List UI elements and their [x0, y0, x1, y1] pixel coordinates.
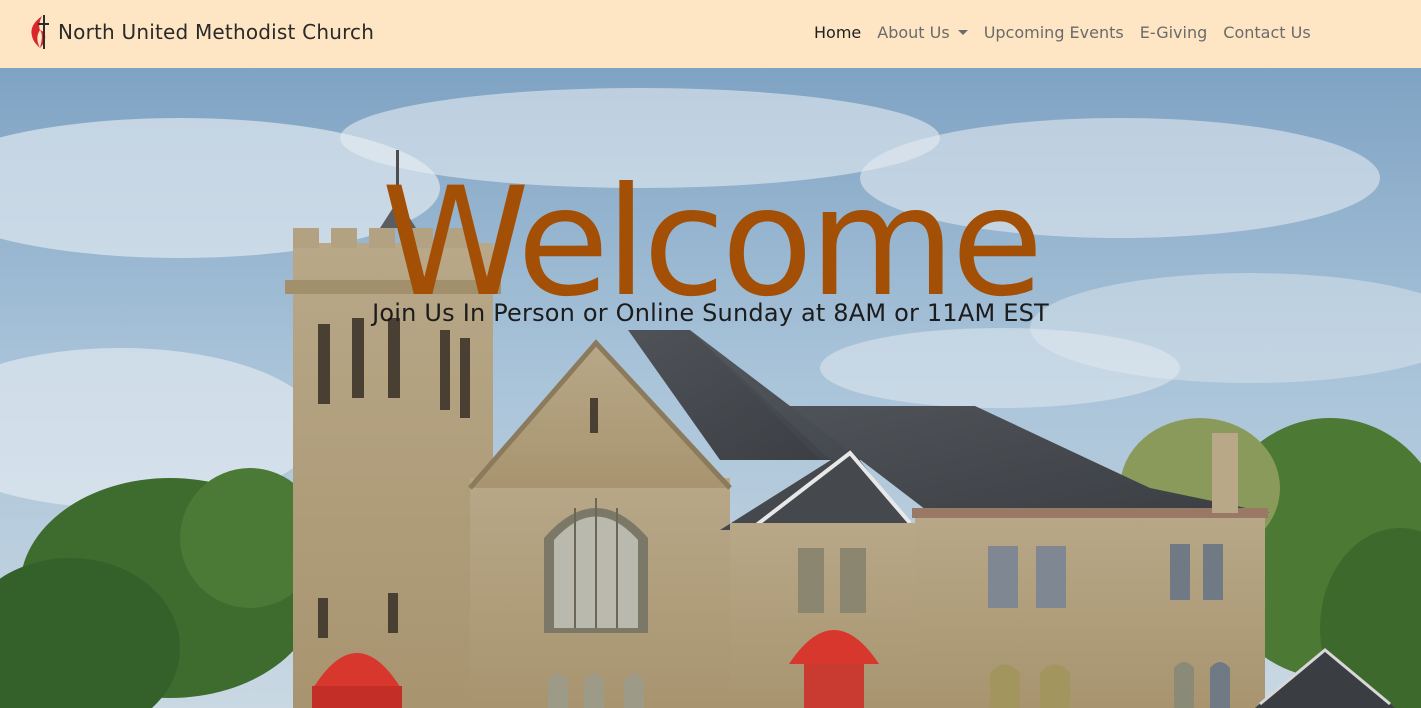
hero-section: Welcome Join Us In Person or Online Sund… — [0, 68, 1421, 708]
main-nav: Home About Us Upcoming Events E-Giving C… — [806, 20, 1319, 44]
nav-contact-us[interactable]: Contact Us — [1215, 23, 1318, 42]
cross-and-flame-icon — [31, 15, 49, 49]
caret-down-icon — [957, 29, 968, 35]
hero-title: Welcome — [381, 156, 1043, 330]
brand-name: North United Methodist Church — [58, 20, 375, 44]
nav-upcoming-events[interactable]: Upcoming Events — [976, 23, 1132, 42]
nav-about-label: About Us — [877, 22, 950, 42]
nav-e-giving[interactable]: E-Giving — [1132, 23, 1216, 42]
nav-home[interactable]: Home — [806, 23, 869, 42]
nav-about-dropdown[interactable]: About Us — [869, 23, 975, 42]
navbar: North United Methodist Church Home About… — [0, 0, 1421, 68]
brand-link[interactable]: North United Methodist Church — [28, 14, 374, 50]
hero-subtitle: Join Us In Person or Online Sunday at 8A… — [372, 299, 1049, 327]
